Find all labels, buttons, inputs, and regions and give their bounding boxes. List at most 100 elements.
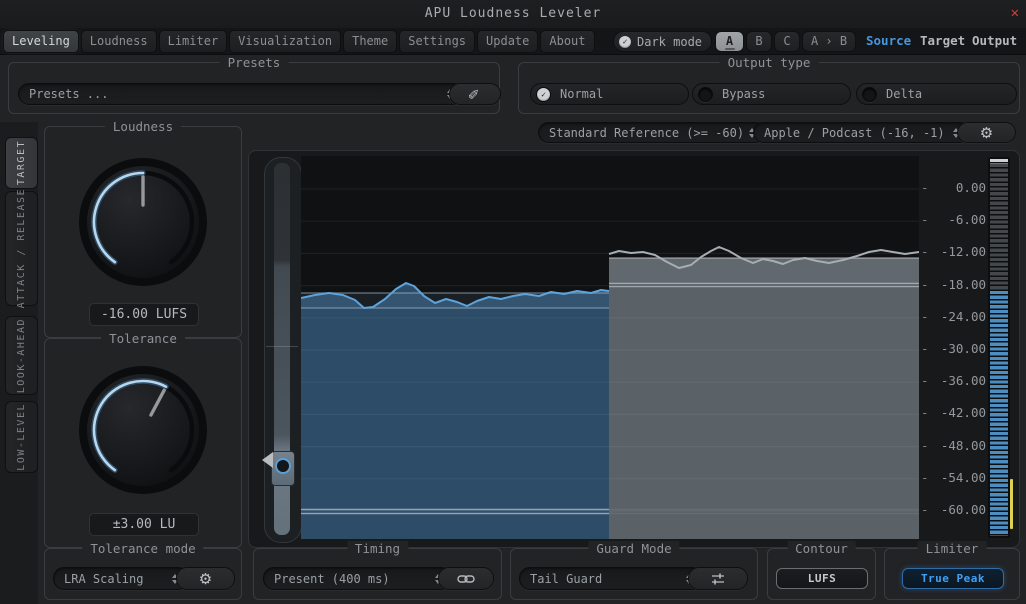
guard-mode-dropdown[interactable]: Tail Guard	[519, 567, 703, 590]
sliders-icon	[710, 572, 726, 586]
timing-link-button[interactable]	[438, 567, 494, 590]
guard-mode-group: Guard Mode Tail Guard	[510, 548, 758, 600]
ab-slot-b-button[interactable]: B	[746, 31, 772, 52]
scale-label: -6.00	[926, 212, 986, 227]
fader-detent-mark	[266, 346, 298, 347]
presets-dropdown-value: Presets ...	[29, 87, 108, 101]
side-tab-target[interactable]: TARGET	[5, 137, 38, 189]
output-normal-radio[interactable]: ✓ Normal	[530, 83, 689, 105]
visualization-settings-button[interactable]: ⚙	[957, 122, 1016, 143]
standard-reference-dropdown[interactable]: Standard Reference (>= -60)	[538, 122, 766, 143]
meter-unlit-segments	[990, 164, 1008, 291]
gear-icon: ⚙	[980, 124, 993, 142]
tab-loudness[interactable]: Loudness	[81, 30, 157, 53]
meter-lit-segments	[990, 291, 1008, 536]
close-icon[interactable]: ✕	[1011, 5, 1019, 21]
presets-group: Presets Presets ... ✎	[8, 62, 500, 114]
tolerance-group-title: Tolerance	[101, 331, 185, 346]
gear-icon: ⚙	[199, 570, 212, 588]
limiter-group-title: Limiter	[918, 541, 987, 556]
side-tab-low-level-label: LOW-LEVEL	[16, 403, 27, 471]
tolerance-group: Tolerance ±3.00 LU	[44, 338, 242, 548]
tab-leveling[interactable]: Leveling	[3, 30, 79, 53]
side-tab-look-ahead[interactable]: LOOK-AHEAD	[5, 316, 38, 395]
side-tab-target-label: TARGET	[16, 140, 27, 185]
tolerance-mode-group: Tolerance mode LRA Scaling ⚙	[44, 548, 242, 600]
ab-slot-a-button[interactable]: A	[715, 31, 744, 52]
scale-label: -36.00	[926, 373, 986, 388]
scale-label: -42.00	[926, 405, 986, 420]
contour-lufs-button[interactable]: LUFS	[776, 568, 868, 589]
loudness-group-title: Loudness	[105, 119, 181, 134]
timing-dropdown[interactable]: Present (400 ms)	[263, 567, 452, 590]
side-tab-attack-release-label: ATTACK / RELEASE	[16, 188, 27, 308]
scale-label: -60.00	[926, 502, 986, 517]
presets-dropdown[interactable]: Presets ...	[18, 83, 464, 105]
tab-visualization[interactable]: Visualization	[229, 30, 341, 53]
limiter-group: Limiter True Peak	[884, 548, 1020, 600]
scale-label: -48.00	[926, 438, 986, 453]
tolerance-knob[interactable]	[76, 363, 210, 497]
tolerance-mode-settings-button[interactable]: ⚙	[176, 567, 235, 590]
loudness-history-plot[interactable]	[301, 156, 919, 539]
true-peak-indicator	[1010, 479, 1013, 529]
edit-preset-button[interactable]: ✎	[449, 83, 501, 105]
contour-group-title: Contour	[787, 541, 856, 556]
ab-copy-button[interactable]: A › B	[802, 31, 856, 52]
tab-settings[interactable]: Settings	[399, 30, 475, 53]
scale-label: -54.00	[926, 470, 986, 485]
plugin-window: APU Loudness Leveler ✕ Leveling Loudness…	[0, 0, 1026, 604]
side-tab-look-ahead-label: LOOK-AHEAD	[16, 318, 27, 393]
tab-limiter[interactable]: Limiter	[159, 30, 228, 53]
ab-slot-c-button[interactable]: C	[774, 31, 800, 52]
scale-label: -24.00	[926, 309, 986, 324]
guard-mode-value: Tail Guard	[530, 572, 602, 586]
radio-checked-icon: ✓	[536, 87, 551, 102]
menu-tabs: Leveling Loudness Limiter Visualization …	[3, 30, 595, 53]
output-bypass-radio[interactable]: Bypass	[692, 83, 851, 105]
tolerance-mode-group-title: Tolerance mode	[82, 541, 203, 556]
standard-reference-value: Standard Reference (>= -60)	[549, 126, 743, 140]
tolerance-mode-dropdown[interactable]: LRA Scaling	[53, 567, 189, 590]
timing-value: Present (400 ms)	[274, 572, 390, 586]
loudness-graph-panel: -0.00--6.00--12.00--18.00--24.00--30.00-…	[248, 150, 1020, 548]
limiter-true-peak-button[interactable]: True Peak	[902, 568, 1004, 589]
output-delta-label: Delta	[886, 87, 922, 101]
window-title: APU Loudness Leveler	[0, 0, 1026, 28]
radio-unchecked-icon	[862, 87, 877, 102]
guard-mode-settings-button[interactable]	[688, 567, 748, 590]
output-delta-radio[interactable]: Delta	[856, 83, 1017, 105]
tab-theme[interactable]: Theme	[343, 30, 397, 53]
contour-group: Contour LUFS	[767, 548, 876, 600]
tab-about[interactable]: About	[540, 30, 594, 53]
timing-group-title: Timing	[347, 541, 408, 556]
output-type-group-title: Output type	[720, 55, 819, 70]
output-normal-label: Normal	[560, 87, 603, 101]
view-link-target[interactable]: Target	[920, 33, 965, 48]
presets-group-title: Presets	[220, 55, 289, 70]
tolerance-mode-value: LRA Scaling	[64, 572, 143, 586]
loudness-group: Loudness -16.00 LUFS	[44, 126, 242, 338]
side-tab-attack-release[interactable]: ATTACK / RELEASE	[5, 191, 38, 306]
dark-mode-check-icon: ✓	[619, 36, 631, 48]
scale-label: -18.00	[926, 277, 986, 292]
scale-label: 0.00	[926, 180, 986, 195]
link-icon	[457, 573, 475, 585]
view-link-output[interactable]: Output	[972, 33, 1017, 48]
tolerance-value: ±3.00 LU	[89, 513, 199, 536]
scale-label: -12.00	[926, 244, 986, 259]
timing-group: Timing Present (400 ms)	[253, 548, 502, 600]
title-bar: APU Loudness Leveler ✕	[0, 0, 1026, 28]
fader-pointer-icon	[262, 452, 273, 468]
profile-dropdown-value: Apple / Podcast (-16, -1)	[764, 126, 945, 140]
output-type-group: Output type ✓ Normal Bypass Delta	[518, 62, 1020, 114]
profile-dropdown[interactable]: Apple / Podcast (-16, -1)	[753, 122, 970, 143]
tab-update[interactable]: Update	[477, 30, 538, 53]
loudness-knob[interactable]	[76, 155, 210, 289]
dark-mode-toggle[interactable]: ✓ Dark mode	[613, 31, 712, 52]
loudness-value: -16.00 LUFS	[89, 303, 199, 326]
view-link-source[interactable]: Source	[866, 33, 911, 48]
fader-ring-icon	[275, 458, 291, 474]
output-bypass-label: Bypass	[722, 87, 765, 101]
side-tab-low-level[interactable]: LOW-LEVEL	[5, 401, 38, 473]
